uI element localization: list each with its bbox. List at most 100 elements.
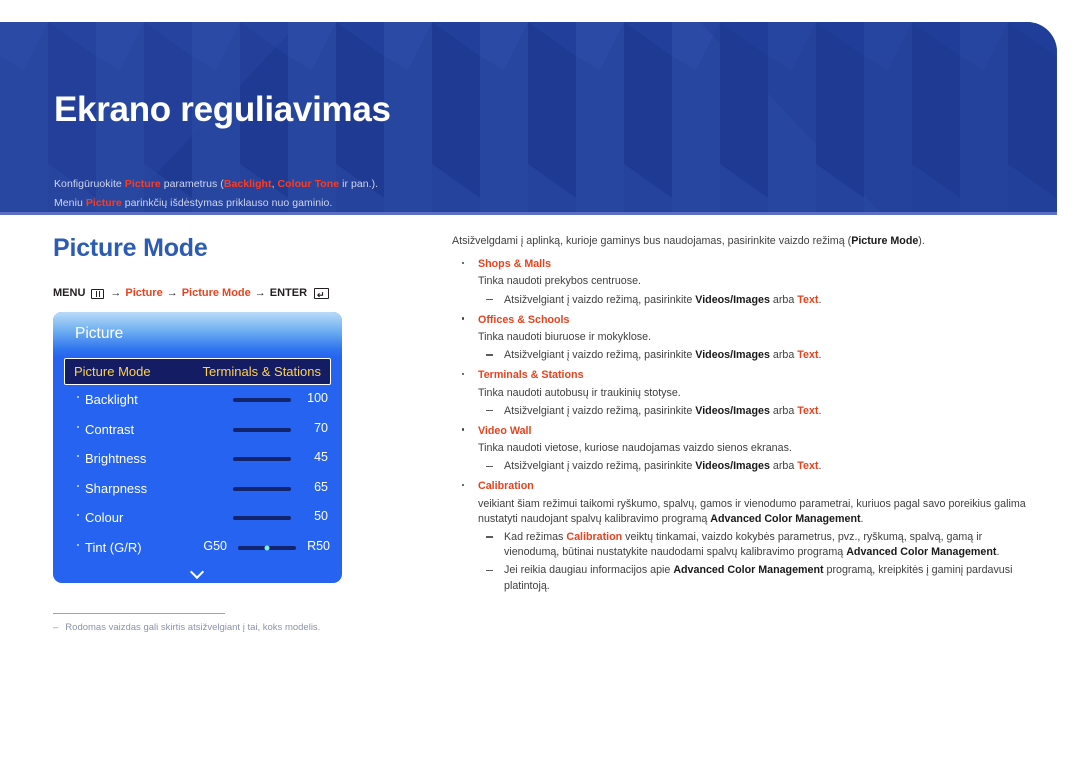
footnote-dash: – bbox=[53, 622, 59, 633]
banner-bottom-rule bbox=[0, 212, 1057, 215]
content-item-title: Calibration bbox=[478, 480, 534, 493]
bullet-icon bbox=[462, 483, 465, 487]
bullet-icon bbox=[462, 428, 465, 431]
banner-subtitle-line-2: Meniu Picture parinkčių išdėstymas prikl… bbox=[54, 197, 332, 209]
content-item-description: Tinka naudoti vietose, kuriose naudojama… bbox=[478, 441, 1032, 456]
osd-row[interactable]: Contrast 70 bbox=[53, 415, 342, 445]
content-column: Atsižvelgdami į aplinką, kurioje gaminys… bbox=[452, 234, 1032, 594]
footnote-text: Rodomas vaizdas gali skirtis atsižvelgia… bbox=[65, 622, 321, 633]
footnote-divider bbox=[53, 613, 225, 614]
text-run: Jei reikia daugiau informacijos apie bbox=[504, 564, 674, 577]
osd-header: Picture bbox=[53, 312, 342, 358]
osd-row-label: Picture Mode bbox=[74, 364, 151, 379]
text-run: . bbox=[818, 349, 822, 362]
osd-row-bullet-icon bbox=[77, 543, 79, 546]
osd-slider[interactable] bbox=[233, 486, 291, 491]
content-item-title: Video Wall bbox=[478, 424, 532, 437]
osd-row-list: Picture Mode Terminals & Stations Backligh… bbox=[53, 358, 342, 562]
breadcrumb-step-picture-mode: Picture Mode bbox=[181, 287, 251, 299]
text-run: Picture bbox=[85, 197, 122, 209]
text-run: ir pan.). bbox=[339, 178, 379, 190]
osd-row-bullet-icon bbox=[77, 484, 79, 487]
osd-row-value: 45 bbox=[314, 450, 328, 464]
text-run: Tinka naudoti vietose, kuriose naudojama… bbox=[478, 442, 792, 455]
banner-subtitle-line-1: Konfigūruokite Picture parametrus (Backl… bbox=[54, 178, 378, 190]
osd-slider[interactable] bbox=[233, 398, 291, 403]
content-subitem-text: Atsižvelgiant į vaizdo režimą, pasirinki… bbox=[504, 405, 821, 417]
dash-icon bbox=[486, 409, 493, 412]
osd-row[interactable]: Sharpness 65 bbox=[53, 474, 342, 504]
text-run: Atsižvelgiant į vaizdo režimą, pasirinki… bbox=[504, 293, 696, 306]
text-run: Atsižvelgiant į vaizdo režimą, pasirinki… bbox=[504, 460, 696, 473]
text-run: Backlight bbox=[223, 178, 272, 190]
content-subitem-text: Atsižvelgiant į vaizdo režimą, pasirinki… bbox=[504, 294, 821, 306]
text-run: Kad režimas bbox=[504, 531, 567, 543]
bullet-icon bbox=[462, 261, 465, 265]
text-run: Tinka naudoti autobusų ir traukinių stot… bbox=[478, 386, 681, 399]
osd-tint-slider[interactable] bbox=[238, 545, 296, 551]
breadcrumb-arrow-2: → bbox=[166, 287, 178, 299]
text-run: ). bbox=[918, 235, 925, 247]
text-run: parinkčių išdėstymas priklauso nuo gamin… bbox=[121, 197, 333, 209]
bullet-icon bbox=[462, 372, 465, 376]
enter-return-icon: ↵ bbox=[314, 288, 330, 299]
breadcrumb-arrow-3: → bbox=[254, 287, 266, 299]
osd-slider[interactable] bbox=[233, 516, 291, 521]
osd-row[interactable]: Brightness 45 bbox=[53, 444, 342, 474]
breadcrumb-step-picture: Picture bbox=[125, 287, 163, 299]
content-item: Video Wall Tinka naudoti vietose, kuriose… bbox=[452, 424, 1032, 475]
text-run: Tinka naudoti biuruose ir mokyklose. bbox=[478, 330, 652, 343]
osd-row-value: 65 bbox=[314, 479, 328, 494]
content-subitem: Atsižvelgiant į vaizdo režimą, pasirinki… bbox=[478, 404, 1032, 419]
text-run: Videos/Images bbox=[695, 460, 770, 473]
osd-row-value: 100 bbox=[307, 391, 328, 405]
content-item-description: veikiant šiam režimui taikomi ryškumo, s… bbox=[478, 497, 1032, 527]
osd-row-bullet-icon bbox=[77, 396, 79, 398]
text-run: Picture Mode bbox=[851, 235, 919, 247]
osd-row[interactable]: Colour 50 bbox=[53, 503, 342, 533]
dash-icon bbox=[486, 465, 493, 467]
content-subitem: Kad režimas Calibration veiktų tinkamai,… bbox=[478, 530, 1032, 560]
text-run: Text bbox=[797, 349, 819, 362]
text-run: arba bbox=[769, 460, 798, 473]
text-run: arba bbox=[769, 404, 798, 417]
osd-row-selected[interactable]: Picture Mode Terminals & Stations bbox=[64, 358, 331, 385]
content-item-description: Tinka naudoti biuruose ir mokyklose. bbox=[478, 330, 1032, 345]
osd-row-value: Terminals & Stations bbox=[202, 364, 322, 379]
content-item-title: Terminals & Stations bbox=[478, 369, 584, 382]
text-run: arba bbox=[769, 293, 798, 306]
osd-tint-right-value: R50 bbox=[307, 538, 330, 553]
text-run: Text bbox=[797, 293, 819, 306]
content-subitem: Atsižvelgiant į vaizdo režimą, pasirinki… bbox=[478, 459, 1032, 474]
text-run: Videos/Images bbox=[695, 349, 770, 362]
dash-icon bbox=[486, 569, 493, 571]
osd-preview-panel: Picture Picture Mode Terminals & Stations… bbox=[53, 312, 342, 583]
osd-row[interactable]: Backlight 100 bbox=[53, 385, 342, 415]
text-run: Advanced Color Management bbox=[846, 546, 997, 559]
text-run: . bbox=[860, 512, 864, 525]
osd-slider[interactable] bbox=[233, 457, 291, 462]
osd-scroll-down[interactable] bbox=[53, 558, 342, 583]
osd-tint-left-value: G50 bbox=[203, 538, 227, 553]
osd-row-value: 70 bbox=[314, 420, 328, 435]
text-run: . bbox=[818, 293, 822, 306]
osd-row-label: Sharpness bbox=[85, 480, 148, 496]
content-subitem: Atsižvelgiant į vaizdo režimą, pasirinki… bbox=[478, 348, 1032, 363]
page-banner: Ekrano reguliavimas Konfigūruokite Pictu… bbox=[0, 22, 1057, 212]
dash-icon bbox=[486, 536, 493, 538]
text-run: Tinka naudoti prekybos centruose. bbox=[478, 275, 641, 288]
osd-tint-knob bbox=[264, 545, 270, 551]
osd-row-label: Backlight bbox=[85, 392, 138, 408]
osd-row-value: 50 bbox=[314, 509, 328, 523]
content-item-list: Shops & Malls Tinka naudoti prekybos cent… bbox=[452, 257, 1032, 594]
text-run: Atsižvelgiant į vaizdo režimą, pasirinki… bbox=[504, 404, 696, 417]
osd-slider[interactable] bbox=[233, 427, 291, 432]
osd-row-label: Brightness bbox=[85, 451, 147, 467]
osd-title: Picture bbox=[75, 325, 124, 342]
content-item: Offices & Schools Tinka naudoti biuruose … bbox=[452, 313, 1032, 364]
text-run: arba bbox=[769, 349, 798, 362]
text-run: parametrus ( bbox=[160, 178, 224, 190]
text-run: Picture bbox=[124, 178, 161, 190]
content-item-description: Tinka naudoti autobusų ir traukinių stot… bbox=[478, 386, 1032, 401]
content-item-title: Shops & Malls bbox=[478, 258, 552, 271]
